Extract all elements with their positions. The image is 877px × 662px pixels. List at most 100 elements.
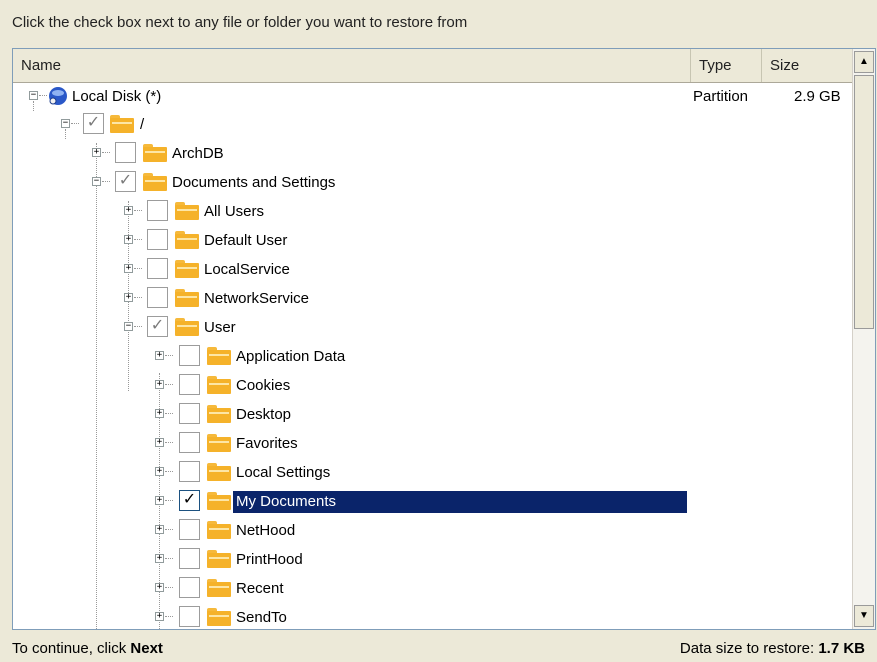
expand-toggle[interactable]: +	[155, 467, 164, 476]
folder-icon	[207, 550, 231, 568]
tree-row-networkservice[interactable]: + NetworkService	[13, 285, 853, 313]
tree-item-label: /	[140, 116, 145, 133]
expand-toggle[interactable]: +	[155, 525, 164, 534]
continue-hint-prefix: To continue, click	[12, 640, 131, 657]
checkbox[interactable]	[179, 461, 200, 482]
collapse-toggle[interactable]: −	[29, 91, 38, 100]
tree-row-default-user[interactable]: + Default User	[13, 227, 853, 255]
expand-toggle[interactable]: +	[155, 351, 164, 360]
column-header-type[interactable]: Type	[691, 49, 762, 82]
checkbox[interactable]	[147, 287, 168, 308]
expand-toggle[interactable]: +	[155, 612, 164, 621]
scroll-thumb[interactable]	[854, 75, 874, 329]
column-header: Name Type Size	[13, 49, 853, 83]
expand-toggle[interactable]: +	[155, 496, 164, 505]
checkbox[interactable]: ✓	[147, 316, 168, 337]
tree-guide	[165, 471, 173, 472]
checkbox[interactable]	[179, 403, 200, 424]
expand-toggle[interactable]: +	[124, 293, 133, 302]
folder-icon	[207, 434, 231, 452]
folder-icon	[175, 231, 199, 249]
checkbox[interactable]	[179, 548, 200, 569]
data-size-prefix: Data size to restore:	[679, 640, 819, 657]
expand-toggle[interactable]: +	[124, 264, 133, 273]
tree-row-printhood[interactable]: + PrintHood	[13, 546, 853, 574]
tree-item-size: 2.9 GB	[794, 88, 841, 105]
tree-row-recent[interactable]: + Recent	[13, 575, 853, 603]
folder-icon	[207, 405, 231, 423]
vertical-scrollbar[interactable]: ▲ ▼	[852, 49, 875, 629]
tree-guide	[134, 297, 142, 298]
tree-guide	[165, 355, 173, 356]
checkbox[interactable]	[179, 374, 200, 395]
checkbox[interactable]: ✓	[83, 113, 104, 134]
data-size-value: 1.7 KB	[818, 640, 865, 657]
checkbox[interactable]	[179, 432, 200, 453]
expand-toggle[interactable]: +	[155, 583, 164, 592]
column-header-size[interactable]: Size	[762, 49, 853, 82]
file-tree-panel: Name Type Size − Local Disk (*) Partitio…	[12, 48, 876, 630]
scroll-up-button[interactable]: ▲	[854, 51, 874, 73]
collapse-toggle[interactable]: −	[61, 119, 70, 128]
expand-toggle[interactable]: +	[155, 409, 164, 418]
expand-toggle[interactable]: +	[155, 554, 164, 563]
tree-guide	[71, 123, 79, 124]
column-header-name[interactable]: Name	[13, 49, 691, 82]
checkbox[interactable]	[147, 258, 168, 279]
tree-row-localservice[interactable]: + LocalService	[13, 256, 853, 284]
checkbox[interactable]	[115, 142, 136, 163]
tree-row-cookies[interactable]: + Cookies	[13, 372, 853, 400]
tree-row-favorites[interactable]: + Favorites	[13, 430, 853, 458]
tree-row-root[interactable]: − ✓ /	[13, 111, 853, 139]
instruction-text: Click the check box next to any file or …	[12, 14, 468, 31]
tree-row-desktop[interactable]: + Desktop	[13, 401, 853, 429]
checkbox[interactable]	[179, 577, 200, 598]
tree-row-application-data[interactable]: + Application Data	[13, 343, 853, 371]
folder-icon	[207, 347, 231, 365]
expand-toggle[interactable]: +	[124, 206, 133, 215]
tree-item-label: Desktop	[236, 406, 292, 423]
tree-row-local-disk[interactable]: − Local Disk (*) Partition 2.9 GB	[13, 83, 853, 111]
tree-row-all-users[interactable]: + All Users	[13, 198, 853, 226]
tree-row-documents-and-settings[interactable]: − ✓ Documents and Settings	[13, 169, 853, 197]
tree-row-local-settings[interactable]: + Local Settings	[13, 459, 853, 487]
tree-item-label: NetHood	[236, 522, 296, 539]
checkbox-checked[interactable]: ✓	[179, 490, 200, 511]
checkbox[interactable]	[147, 200, 168, 221]
collapse-toggle[interactable]: −	[92, 177, 101, 186]
tree-guide	[165, 529, 173, 530]
continue-hint: To continue, click Next	[12, 638, 163, 660]
tree-row-my-documents[interactable]: + ✓ My Documents	[13, 488, 853, 516]
tree-item-label: Local Settings	[236, 464, 331, 481]
scroll-down-button[interactable]: ▼	[854, 605, 874, 627]
checkbox[interactable]	[147, 229, 168, 250]
tree-row-sendto[interactable]: + SendTo	[13, 604, 853, 629]
tree-item-type: Partition	[693, 88, 749, 105]
tree-item-label: Application Data	[236, 348, 346, 365]
collapse-toggle[interactable]: −	[124, 322, 133, 331]
continue-hint-action: Next	[130, 640, 163, 657]
checkbox[interactable]: ✓	[115, 171, 136, 192]
expand-toggle[interactable]: +	[92, 148, 101, 157]
folder-icon	[175, 289, 199, 307]
tree-item-label: PrintHood	[236, 551, 303, 568]
folder-icon	[175, 260, 199, 278]
tree-guide	[134, 326, 142, 327]
expand-toggle[interactable]: +	[124, 235, 133, 244]
folder-icon	[143, 173, 167, 191]
folder-icon	[207, 521, 231, 539]
checkbox[interactable]	[179, 606, 200, 627]
folder-icon	[207, 579, 231, 597]
checkbox[interactable]	[179, 345, 200, 366]
tree-guide	[102, 152, 110, 153]
tree-row-archdb[interactable]: + ArchDB	[13, 140, 853, 168]
checkbox[interactable]	[179, 519, 200, 540]
tree-guide	[165, 558, 173, 559]
expand-toggle[interactable]: +	[155, 380, 164, 389]
expand-toggle[interactable]: +	[155, 438, 164, 447]
tree-row-user[interactable]: − ✓ User	[13, 314, 853, 342]
tree-row-nethood[interactable]: + NetHood	[13, 517, 853, 545]
tree-guide	[165, 616, 173, 617]
tree-guide	[165, 442, 173, 443]
folder-icon	[175, 202, 199, 220]
